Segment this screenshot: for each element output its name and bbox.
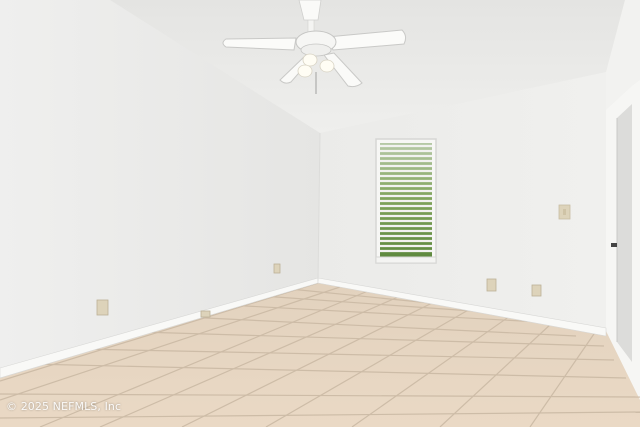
room-photo: © 2025 NEFMLS, Inc [0,0,640,427]
door-hinge [611,243,617,247]
window-blinds-icon [375,138,437,264]
room-illustration [0,0,640,427]
door-opening [617,104,632,362]
light-switch-icon [558,204,571,220]
photo-watermark: © 2025 NEFMLS, Inc [6,400,122,413]
